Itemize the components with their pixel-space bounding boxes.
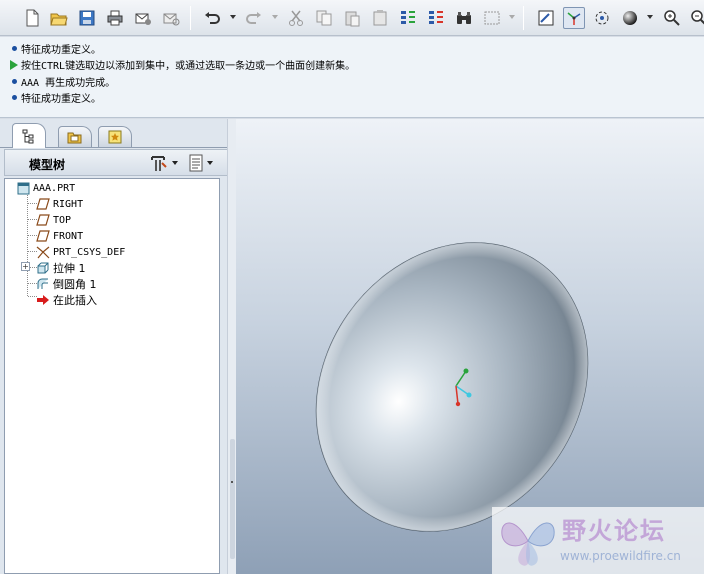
tab-model-tree[interactable] — [12, 123, 46, 148]
chevron-down-icon — [207, 161, 213, 165]
orient-mode-icon[interactable] — [591, 7, 613, 29]
send-mail-icon[interactable] — [132, 7, 154, 29]
tree-item-right[interactable]: RIGHT — [35, 196, 83, 212]
select-box-dropdown-icon — [509, 15, 515, 19]
message-text: 特征成功重定义。 — [21, 44, 101, 56]
copy-icon — [313, 7, 335, 29]
datum-plane-icon — [35, 197, 51, 211]
model-tree-title: 模型树 — [29, 158, 66, 172]
repaint-icon[interactable] — [535, 7, 557, 29]
watermark-url: www.proewildfire.cn — [560, 549, 681, 563]
find-binoculars-icon[interactable] — [453, 7, 475, 29]
tree-item-extrude[interactable]: 拉伸 1 — [35, 260, 86, 276]
folder-browser-icon — [67, 132, 82, 144]
regenerate-icon[interactable] — [397, 7, 419, 29]
regeneration-manager-icon[interactable] — [425, 7, 447, 29]
tree-settings-button[interactable] — [149, 153, 181, 173]
tree-show-button[interactable] — [188, 153, 220, 173]
navigator-panel: 模型树 + AAA.PRT RIGHT TOP FRONT PRT_CSYS_D… — [0, 119, 236, 574]
model-view[interactable] — [236, 119, 704, 574]
undo-dropdown-icon[interactable] — [230, 15, 236, 19]
bullet-icon — [11, 45, 17, 51]
message-line: 按住CTRL键选取边以添加到集中，或通过选取一条边或一个曲面创建新集。 — [8, 57, 704, 74]
tree-item-insert-here[interactable]: 在此插入 — [35, 292, 97, 308]
select-box-icon — [481, 7, 503, 29]
graphics-window[interactable] — [236, 119, 704, 574]
green-arrow-icon — [10, 59, 18, 70]
zoom-out-icon[interactable] — [688, 7, 704, 29]
expand-toggle[interactable]: + — [21, 262, 30, 271]
message-line: AAA 再生成功完成。 — [8, 73, 704, 90]
tree-item-front[interactable]: FRONT — [35, 228, 83, 244]
paste-special-icon — [369, 7, 391, 29]
spin-center-icon[interactable] — [563, 7, 585, 29]
shading-style-icon[interactable] — [619, 7, 641, 29]
new-icon[interactable] — [21, 7, 43, 29]
print-icon[interactable] — [104, 7, 126, 29]
chevron-down-icon — [172, 161, 178, 165]
model-tree-icon — [22, 129, 34, 144]
forum-watermark: 野火论坛 www.proewildfire.cn — [492, 507, 704, 574]
butterfly-logo-icon — [501, 522, 555, 566]
tab-favorites[interactable] — [98, 126, 132, 147]
extrude-icon — [35, 261, 51, 275]
tree-item-label: AAA.PRT — [33, 182, 76, 194]
panel-splitter[interactable] — [227, 119, 236, 574]
main-toolbar — [0, 0, 704, 36]
favorites-icon — [108, 130, 122, 144]
insert-here-arrow-icon — [35, 293, 51, 307]
cut-icon — [285, 7, 307, 29]
tree-item-label: PRT_CSYS_DEF — [53, 246, 126, 258]
zoom-in-icon[interactable] — [661, 7, 683, 29]
tab-folder-browser[interactable] — [58, 126, 92, 147]
message-area: 特征成功重定义。 按住CTRL键选取边以添加到集中，或通过选取一条边或一个曲面创… — [0, 37, 704, 118]
part-icon — [15, 181, 31, 195]
tree-item-part[interactable]: AAA.PRT — [15, 180, 75, 196]
model-tree: + AAA.PRT RIGHT TOP FRONT PRT_CSYS_DEF 拉… — [4, 178, 220, 574]
csys-icon — [35, 245, 51, 259]
datum-plane-icon — [35, 213, 51, 227]
tree-item-label: 拉伸 1 — [53, 262, 86, 275]
splitter-grip-icon[interactable] — [231, 481, 233, 483]
watermark-title: 野火论坛 — [562, 517, 666, 545]
tree-item-label: TOP — [53, 214, 72, 226]
tree-show-icon — [189, 154, 203, 172]
open-icon[interactable] — [48, 7, 70, 29]
datum-plane-icon — [35, 229, 51, 243]
message-text: AAA 再生成功完成。 — [21, 77, 116, 89]
send-link-icon[interactable] — [160, 7, 182, 29]
redo-dropdown-icon — [272, 15, 278, 19]
tree-item-top[interactable]: TOP — [35, 212, 71, 228]
message-text: 特征成功重定义。 — [21, 94, 101, 106]
tree-item-label: FRONT — [53, 230, 84, 242]
bullet-icon — [11, 95, 17, 101]
undo-icon[interactable] — [201, 7, 223, 29]
model-tree-header: 模型树 — [4, 149, 228, 176]
tree-item-round[interactable]: 倒圆角 1 — [35, 276, 97, 292]
bullet-icon — [11, 78, 17, 84]
tree-item-label: 倒圆角 1 — [53, 278, 97, 291]
navigator-tabs — [10, 123, 230, 148]
round-icon — [35, 277, 51, 291]
tree-item-label: 在此插入 — [53, 294, 97, 307]
tree-item-csys[interactable]: PRT_CSYS_DEF — [35, 244, 125, 260]
shading-style-dropdown-icon[interactable] — [647, 15, 653, 19]
redo-icon — [243, 7, 265, 29]
message-line: 特征成功重定义。 — [8, 40, 704, 57]
message-text: 按住CTRL键选取边以添加到集中，或通过选取一条边或一个曲面创建新集。 — [21, 61, 356, 73]
save-icon[interactable] — [76, 7, 98, 29]
message-line: 特征成功重定义。 — [8, 90, 704, 107]
tree-settings-icon — [151, 156, 167, 171]
paste-icon — [341, 7, 363, 29]
tree-item-label: RIGHT — [53, 198, 84, 210]
